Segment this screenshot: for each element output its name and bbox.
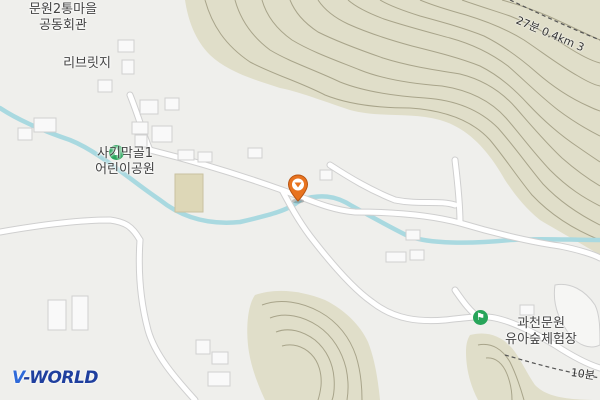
map-pin-icon[interactable] <box>287 174 309 204</box>
vworld-logo-v: V <box>12 368 24 388</box>
label-forest-center[interactable]: 과천문원 유아숲체험장 <box>490 316 592 348</box>
label-park-text: 사기막골1 어린이공원 <box>95 146 155 177</box>
label-ribeuritji-text: 리브릿지 <box>63 56 111 71</box>
route-label-south: 10분 <box>570 364 596 383</box>
vworld-logo-text: -WORLD <box>23 368 98 388</box>
map-canvas[interactable]: 문원2통마을 공동회관 리브릿지 ♞ 사기막골1 어린이공원 ⚑ 과천문원 유아… <box>0 0 600 400</box>
forest-flag-icon[interactable]: ⚑ <box>473 310 488 325</box>
vworld-logo[interactable]: V-WORLD <box>12 368 98 388</box>
label-community-hall[interactable]: 문원2통마을 공동회관 <box>18 2 108 34</box>
park-area <box>174 173 204 213</box>
label-park[interactable]: 사기막골1 어린이공원 <box>74 146 176 178</box>
label-ribeuritji[interactable]: 리브릿지 <box>52 56 122 72</box>
label-forest-center-text: 과천문원 유아숲체험장 <box>505 316 577 347</box>
route-label-south-text: 10분 <box>569 365 596 383</box>
label-community-hall-text: 문원2통마을 공동회관 <box>28 2 98 33</box>
